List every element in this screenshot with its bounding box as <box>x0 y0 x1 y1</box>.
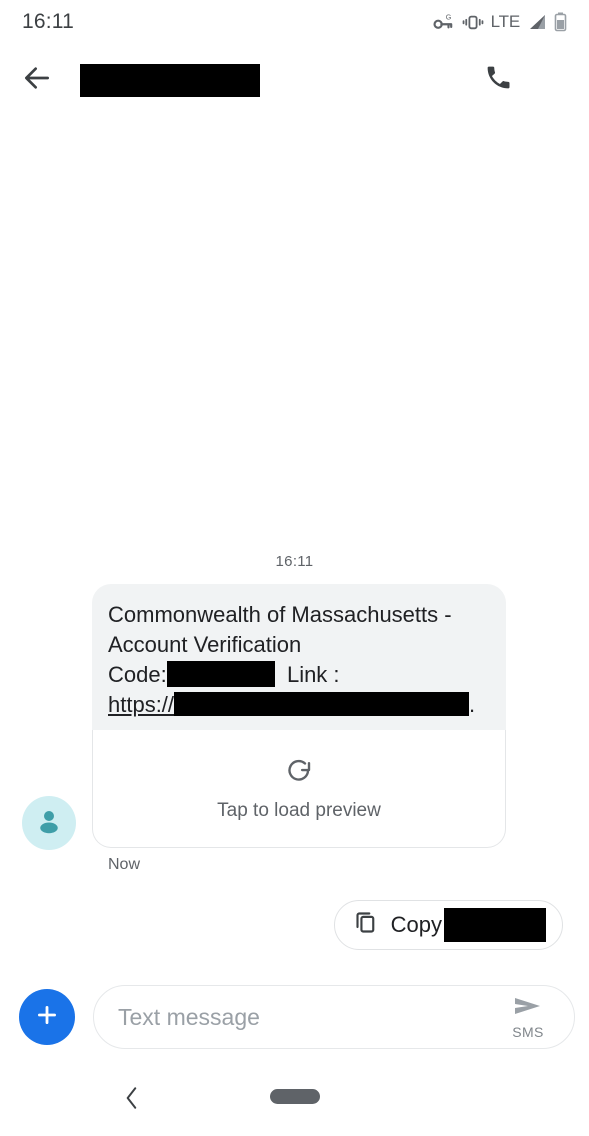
message-input[interactable]: Text message <box>118 1004 492 1031</box>
message-link-protocol[interactable]: https:// <box>108 692 174 717</box>
person-avatar-icon <box>34 806 64 841</box>
message-input-container[interactable]: Text message SMS <box>93 985 575 1049</box>
app-toolbar <box>0 44 589 116</box>
send-type-label: SMS <box>512 1024 544 1040</box>
avatar <box>22 796 76 850</box>
system-back-button[interactable] <box>110 1080 154 1120</box>
svg-text:G: G <box>445 13 451 21</box>
suggestion-chip-value-redacted <box>444 908 546 942</box>
thread-timestamp: 16:11 <box>275 553 314 570</box>
copy-icon <box>353 909 380 941</box>
back-button[interactable] <box>6 62 68 99</box>
message-line-1: Commonwealth of Massachusetts - <box>108 602 452 627</box>
status-icon-tray: G LTE <box>433 12 567 32</box>
vpn-key-icon: G <box>433 13 455 31</box>
suggestion-chip-label: Copy <box>390 912 442 937</box>
battery-icon <box>554 12 567 32</box>
link-preview-card[interactable]: Tap to load preview <box>92 730 506 848</box>
message-timestamp: Now <box>108 856 141 873</box>
link-preview-label: Tap to load preview <box>217 800 381 821</box>
status-clock: 16:11 <box>22 10 74 33</box>
nav-back-chevron-icon <box>122 1085 142 1116</box>
message-bubble[interactable]: Commonwealth of Massachusetts - Account … <box>92 584 506 730</box>
plus-icon <box>34 1002 60 1033</box>
network-type-label: LTE <box>490 12 521 31</box>
send-arrow-icon <box>510 994 546 1023</box>
add-attachment-button[interactable] <box>19 989 75 1045</box>
call-button[interactable] <box>471 63 525 97</box>
link-label: Link : <box>286 662 340 687</box>
verification-code-redacted <box>166 661 275 688</box>
send-button[interactable]: SMS <box>492 994 564 1040</box>
system-navigation-bar <box>0 1062 589 1136</box>
back-arrow-icon <box>21 62 53 99</box>
contact-name-redacted[interactable] <box>80 63 260 97</box>
conversation-thread[interactable]: 16:11 Commonwealth of Massachusetts - Ac… <box>0 116 589 970</box>
home-pill-indicator[interactable] <box>270 1089 320 1104</box>
message-link-trailing: . <box>469 692 476 717</box>
suggestion-chip-copy[interactable]: Copy <box>333 900 563 950</box>
code-label: Code: <box>108 662 167 687</box>
message-text: Commonwealth of Massachusetts - Account … <box>108 600 490 720</box>
vibrate-icon <box>462 13 484 31</box>
message-line-2: Account Verification <box>108 632 302 657</box>
message-group-incoming: Commonwealth of Massachusetts - Account … <box>92 584 506 874</box>
message-composer: Text message SMS <box>0 982 589 1052</box>
message-link-redacted[interactable] <box>174 692 470 717</box>
refresh-icon <box>284 755 314 790</box>
phone-call-icon <box>484 63 513 97</box>
signal-bars-icon <box>527 13 547 31</box>
status-bar: 16:11 G LTE <box>0 0 589 44</box>
